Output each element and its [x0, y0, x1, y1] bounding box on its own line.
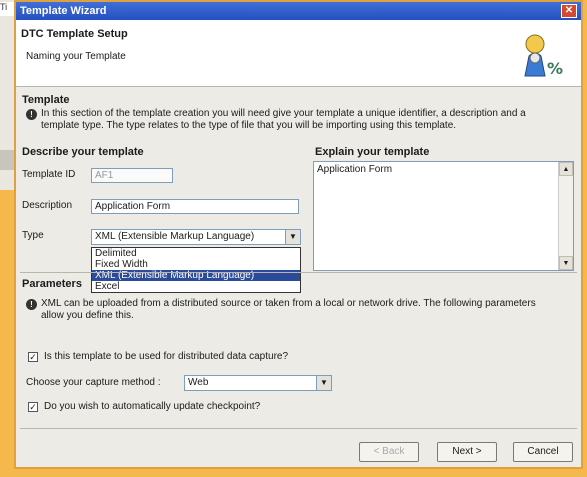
info-icon: !: [26, 299, 37, 310]
svg-text:%: %: [547, 59, 563, 78]
type-select-value: XML (Extensible Markup Language): [95, 231, 255, 242]
chevron-down-icon[interactable]: ▼: [285, 230, 300, 244]
distributed-checkbox[interactable]: ✓: [28, 352, 38, 362]
info-icon: !: [26, 109, 37, 120]
scroll-up-icon[interactable]: ▲: [559, 162, 573, 176]
capture-method-select[interactable]: Web ▼: [184, 375, 332, 391]
explain-textarea[interactable]: Application Form ▲ ▼: [313, 161, 574, 271]
type-select[interactable]: XML (Extensible Markup Language) ▼: [91, 229, 301, 245]
header-subtitle: Naming your Template: [26, 51, 126, 62]
background-window: Ti: [0, 0, 15, 190]
distributed-label: Is this template to be used for distribu…: [44, 351, 289, 362]
description-field[interactable]: Application Form: [91, 199, 299, 214]
describe-section-title: Describe your template: [22, 146, 144, 158]
template-id-field[interactable]: AF1: [91, 168, 173, 183]
checkpoint-label: Do you wish to automatically update chec…: [44, 401, 261, 412]
checkpoint-checkbox[interactable]: ✓: [28, 402, 38, 412]
explain-text: Application Form: [317, 164, 393, 175]
close-button[interactable]: ✕: [561, 4, 577, 18]
section-divider: [20, 272, 577, 273]
type-label: Type: [22, 230, 44, 241]
type-option[interactable]: Delimited: [92, 248, 300, 259]
capture-method-label: Choose your capture method :: [26, 377, 161, 388]
template-wizard-dialog: Template Wizard ✕ DTC Template Setup Nam…: [14, 0, 583, 469]
chevron-down-icon[interactable]: ▼: [316, 376, 331, 390]
type-dropdown-list: Delimited Fixed Width XML (Extensible Ma…: [91, 247, 301, 293]
capture-method-value: Web: [188, 377, 209, 388]
title-bar[interactable]: Template Wizard ✕: [16, 2, 581, 20]
parameters-section-title: Parameters: [22, 278, 82, 290]
back-button[interactable]: < Back: [359, 442, 419, 462]
explain-scrollbar[interactable]: ▲ ▼: [558, 162, 573, 270]
background-tab[interactable]: Ti: [0, 2, 14, 16]
explain-section-title: Explain your template: [315, 146, 430, 158]
header-title: DTC Template Setup: [21, 28, 128, 40]
template-id-label: Template ID: [22, 169, 76, 180]
type-option[interactable]: Fixed Width: [92, 259, 300, 270]
wizard-header: DTC Template Setup Naming your Template …: [16, 20, 581, 87]
buttons-divider: [20, 428, 577, 429]
description-label: Description: [22, 200, 73, 211]
type-option[interactable]: Excel: [92, 281, 300, 292]
scroll-down-icon[interactable]: ▼: [559, 256, 573, 270]
cancel-button[interactable]: Cancel: [513, 442, 573, 462]
wizard-icon: %: [524, 34, 563, 78]
parameters-info-text: XML can be uploaded from a distributed s…: [41, 298, 536, 321]
next-button[interactable]: Next >: [437, 442, 497, 462]
template-info-text: In this section of the template creation…: [41, 108, 526, 131]
template-section-title: Template: [22, 94, 70, 106]
window-title: Template Wizard: [20, 5, 107, 17]
background-toolbar: [0, 150, 14, 170]
